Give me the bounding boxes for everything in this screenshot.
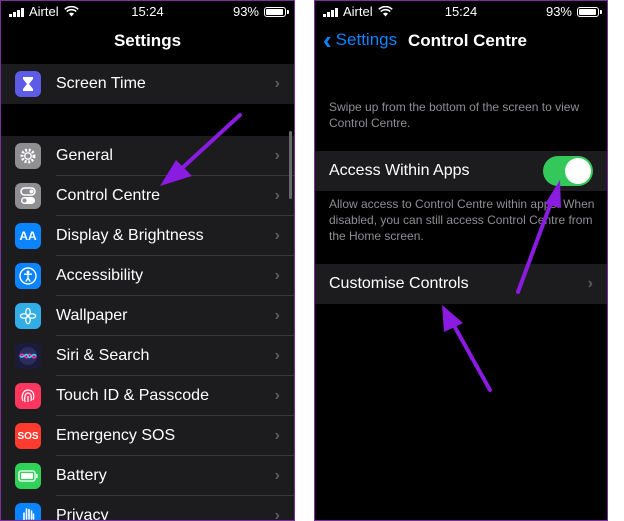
flower-icon [15,303,41,329]
settings-screen: Airtel 15:24 93% Settings Screen Time › … [0,0,295,521]
settings-row-display[interactable]: AA Display & Brightness › [1,216,294,256]
status-bar: Airtel 15:24 93% [315,1,607,23]
access-within-apps-toggle[interactable] [543,156,593,186]
status-bar: Airtel 15:24 93% [1,1,294,23]
hourglass-icon [15,71,41,97]
page-title: Control Centre [408,31,527,50]
accessibility-icon [15,263,41,289]
row-label: Privacy [56,507,109,521]
control-centre-screen: Airtel 15:24 93% ‹ Settings Control Cent… [314,0,608,521]
back-label: Settings [335,30,398,49]
chevron-right-icon: › [274,347,280,364]
row-label: Display & Brightness [56,227,204,244]
chevron-right-icon: › [274,147,280,164]
battery-status-icon [577,6,602,17]
row-label: Wallpaper [56,307,128,324]
toggle-knob [565,158,591,184]
row-label: Battery [56,467,107,484]
settings-row-siri[interactable]: Siri & Search › [1,336,294,376]
battery-status-icon [264,6,289,17]
settings-row-accessibility[interactable]: Accessibility › [1,256,294,296]
settings-row-general[interactable]: General › [1,136,294,176]
chevron-right-icon: › [274,387,280,404]
chevron-left-icon: ‹ [323,25,332,55]
row-label: Accessibility [56,267,144,284]
chevron-right-icon: › [274,427,280,444]
chevron-right-icon: › [274,307,280,324]
battery-percent: 93% [545,4,572,19]
siri-icon [15,343,41,369]
settings-group-top: Screen Time › [1,64,294,104]
scroll-indicator[interactable] [289,131,292,199]
settings-row-control-centre[interactable]: Control Centre › [1,176,294,216]
settings-row-battery[interactable]: Battery › [1,456,294,496]
chevron-right-icon: › [274,267,280,284]
fingerprint-icon [15,383,41,409]
row-label: Access Within Apps [329,162,470,179]
row-label: Screen Time [56,75,146,92]
chevron-right-icon: › [274,507,280,521]
settings-row-wallpaper[interactable]: Wallpaper › [1,296,294,336]
row-label: General [56,147,113,164]
settings-row-screen-time[interactable]: Screen Time › [1,64,294,104]
row-label: Touch ID & Passcode [56,387,209,404]
chevron-right-icon: › [274,227,280,244]
toggles-icon [15,183,41,209]
settings-group-main: General › Control Centre › AA Display & … [1,136,294,521]
settings-row-touch-id[interactable]: Touch ID & Passcode › [1,376,294,416]
chevron-right-icon: › [274,187,280,204]
battery-icon [15,463,41,489]
hand-icon [15,503,41,520]
row-label: Control Centre [56,187,161,204]
access-within-apps-row: Access Within Apps [315,151,607,191]
settings-row-privacy[interactable]: Privacy › [1,496,294,521]
row-label: Emergency SOS [56,427,176,444]
row-label: Siri & Search [56,347,150,364]
chevron-right-icon: › [274,467,280,484]
sos-icon: SOS [15,423,41,449]
battery-percent: 93% [232,4,259,19]
access-footer-text: Allow access to Control Centre within ap… [329,197,595,243]
chevron-right-icon: › [587,275,593,292]
page-title: Settings [113,31,182,50]
back-button[interactable]: ‹ Settings [323,25,398,55]
customise-controls-row[interactable]: Customise Controls › [315,264,607,304]
settings-row-emergency-sos[interactable]: SOS Emergency SOS › [1,416,294,456]
text-size-icon: AA [15,223,41,249]
gear-icon [15,143,41,169]
chevron-right-icon: › [274,75,280,92]
intro-text: Swipe up from the bottom of the screen t… [329,100,580,130]
row-label: Customise Controls [329,275,469,292]
